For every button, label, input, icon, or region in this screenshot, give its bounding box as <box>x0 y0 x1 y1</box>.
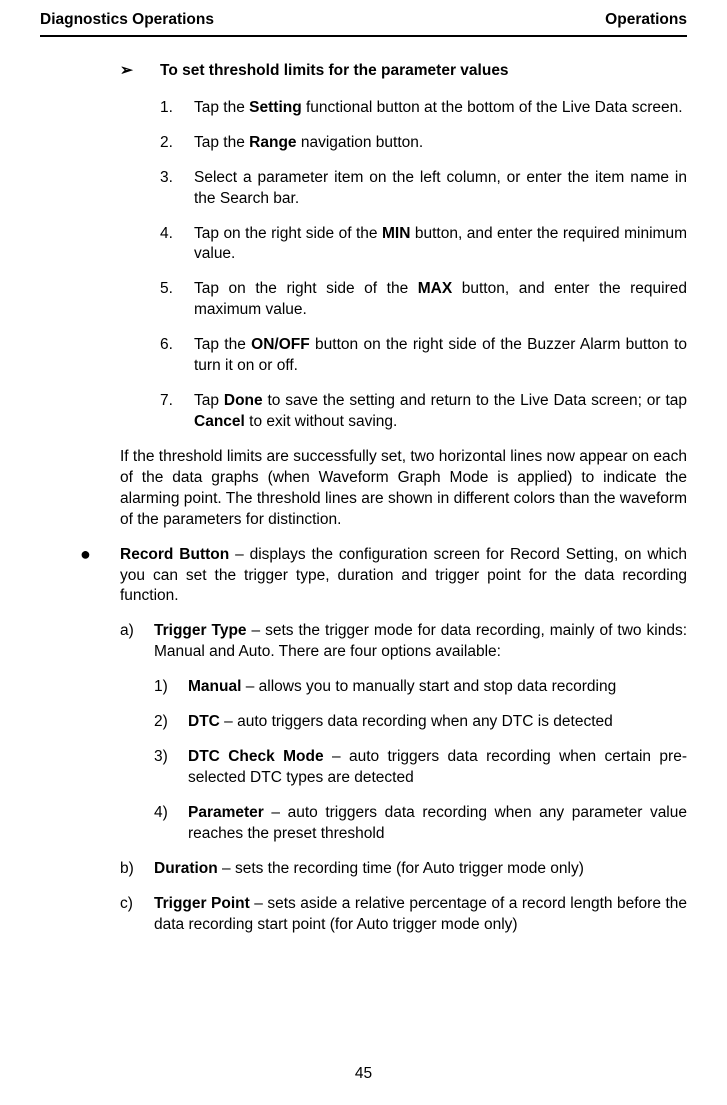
option-marker: 3) <box>154 747 188 789</box>
step-number: 5. <box>160 279 194 321</box>
step-number: 2. <box>160 133 194 154</box>
bullet-icon: ● <box>80 545 120 608</box>
step-number: 4. <box>160 224 194 266</box>
step-text: Select a parameter item on the left colu… <box>194 168 687 210</box>
text: – sets the recording time (for Auto trig… <box>218 860 584 877</box>
section-title: To set threshold limits for the paramete… <box>160 61 509 82</box>
trigger-options: 1) Manual – allows you to manually start… <box>154 677 687 845</box>
bold: Done <box>224 392 263 409</box>
step-number: 3. <box>160 168 194 210</box>
step-3: 3. Select a parameter item on the left c… <box>160 168 687 210</box>
arrow-icon: ➢ <box>120 61 160 82</box>
threshold-paragraph: If the threshold limits are successfully… <box>120 447 687 531</box>
page-content: ➢ To set threshold limits for the parame… <box>40 61 687 936</box>
bold: MIN <box>382 225 410 242</box>
option-2: 2) DTC – auto triggers data recording wh… <box>154 712 687 733</box>
step-text: Tap the Setting functional button at the… <box>194 98 687 119</box>
text: – auto triggers data recording when any … <box>220 713 613 730</box>
alpha-text: Trigger Point – sets aside a relative pe… <box>154 894 687 936</box>
step-number: 7. <box>160 391 194 433</box>
step-number: 6. <box>160 335 194 377</box>
step-text: Tap on the right side of the MAX button,… <box>194 279 687 321</box>
step-text: Tap Done to save the setting and return … <box>194 391 687 433</box>
alpha-list: a) Trigger Type – sets the trigger mode … <box>120 621 687 935</box>
header-left: Diagnostics Operations <box>40 10 214 31</box>
alpha-marker: a) <box>120 621 154 663</box>
text: – auto triggers data recording when any … <box>188 804 687 842</box>
option-text: Manual – allows you to manually start an… <box>188 677 687 698</box>
page: Diagnostics Operations Operations ➢ To s… <box>0 0 727 1105</box>
step-number: 1. <box>160 98 194 119</box>
option-text: DTC Check Mode – auto triggers data reco… <box>188 747 687 789</box>
option-marker: 4) <box>154 803 188 845</box>
bold: Range <box>249 134 296 151</box>
step-text: Tap on the right side of the MIN button,… <box>194 224 687 266</box>
step-2: 2. Tap the Range navigation button. <box>160 133 687 154</box>
text: to save the setting and return to the Li… <box>263 392 687 409</box>
page-number: 45 <box>0 1064 727 1085</box>
text: functional button at the bottom of the L… <box>302 99 683 116</box>
option-text: Parameter – auto triggers data recording… <box>188 803 687 845</box>
alpha-c: c) Trigger Point – sets aside a relative… <box>120 894 687 936</box>
alpha-text: Duration – sets the recording time (for … <box>154 859 687 880</box>
bold: MAX <box>418 280 452 297</box>
option-4: 4) Parameter – auto triggers data record… <box>154 803 687 845</box>
option-text: DTC – auto triggers data recording when … <box>188 712 687 733</box>
header-right: Operations <box>605 10 687 31</box>
bold: Manual <box>188 678 241 695</box>
step-text: Tap the ON/OFF button on the right side … <box>194 335 687 377</box>
text: – allows you to manually start and stop … <box>241 678 616 695</box>
bold: Trigger Point <box>154 895 250 912</box>
step-5: 5. Tap on the right side of the MAX butt… <box>160 279 687 321</box>
record-bullet: ● Record Button – displays the configura… <box>80 545 687 608</box>
alpha-a: a) Trigger Type – sets the trigger mode … <box>120 621 687 663</box>
step-text: Tap the Range navigation button. <box>194 133 687 154</box>
bold: Record Button <box>120 546 229 563</box>
text: Tap the <box>194 134 249 151</box>
bold: ON/OFF <box>251 336 310 353</box>
bold: Cancel <box>194 413 245 430</box>
step-4: 4. Tap on the right side of the MIN butt… <box>160 224 687 266</box>
alpha-text: Trigger Type – sets the trigger mode for… <box>154 621 687 663</box>
bullet-text: Record Button – displays the configurati… <box>120 545 687 608</box>
section-heading: ➢ To set threshold limits for the parame… <box>120 61 687 82</box>
text: navigation button. <box>297 134 424 151</box>
text: to exit without saving. <box>245 413 398 430</box>
option-3: 3) DTC Check Mode – auto triggers data r… <box>154 747 687 789</box>
text: Tap on the right side of the <box>194 225 382 242</box>
text: Tap <box>194 392 224 409</box>
bold: Setting <box>249 99 302 116</box>
option-1: 1) Manual – allows you to manually start… <box>154 677 687 698</box>
text: Tap the <box>194 99 249 116</box>
alpha-marker: b) <box>120 859 154 880</box>
step-7: 7. Tap Done to save the setting and retu… <box>160 391 687 433</box>
bold: Parameter <box>188 804 264 821</box>
bold: Trigger Type <box>154 622 247 639</box>
bold: Duration <box>154 860 218 877</box>
option-marker: 1) <box>154 677 188 698</box>
option-marker: 2) <box>154 712 188 733</box>
text: Tap on the right side of the <box>194 280 418 297</box>
text: Tap the <box>194 336 251 353</box>
bold: DTC <box>188 713 220 730</box>
alpha-b: b) Duration – sets the recording time (f… <box>120 859 687 880</box>
page-header: Diagnostics Operations Operations <box>40 10 687 37</box>
alpha-marker: c) <box>120 894 154 936</box>
step-6: 6. Tap the ON/OFF button on the right si… <box>160 335 687 377</box>
numbered-steps: 1. Tap the Setting functional button at … <box>160 98 687 433</box>
bold: DTC Check Mode <box>188 748 324 765</box>
step-1: 1. Tap the Setting functional button at … <box>160 98 687 119</box>
